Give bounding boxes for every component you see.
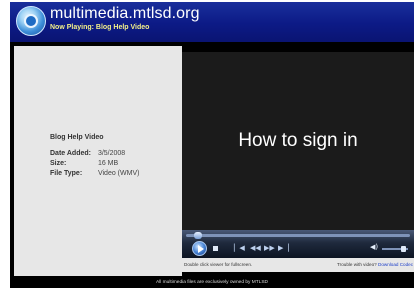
size-label: Size:	[50, 160, 67, 167]
video-slide-text: How to sign in	[238, 130, 358, 151]
fullscreen-hint: Double click viewer for fullscreen.	[184, 262, 253, 267]
file-type-row: File Type: Video (WMV)	[50, 170, 139, 177]
stop-icon[interactable]	[213, 246, 218, 251]
volume-icon[interactable]: ◀)	[370, 243, 378, 251]
video-title: Blog Help Video	[50, 134, 104, 141]
seek-thumb[interactable]	[193, 232, 202, 239]
site-header: multimedia.mtlsd.org Now Playing: Blog H…	[10, 2, 414, 42]
rewind-icon[interactable]: ◀◀	[250, 244, 261, 252]
file-type-value: Video (WMV)	[97, 170, 140, 177]
date-added-value: 3/5/2008	[97, 150, 126, 157]
play-icon[interactable]	[192, 241, 207, 256]
codec-help: Trouble with video? Download Codec	[337, 262, 413, 267]
ownership-notice: All multimedia files are exclusively own…	[156, 280, 268, 285]
date-added-label: Date Added:	[50, 150, 91, 157]
download-codec-link[interactable]: Download Codec	[378, 262, 413, 267]
trouble-text: Trouble with video?	[337, 262, 377, 267]
player-footer-bar: Double click viewer for fullscreen. Trou…	[182, 258, 414, 272]
now-playing-label: Now Playing: Blog Help Video	[50, 24, 150, 31]
file-type-label: File Type:	[50, 170, 83, 177]
seek-bar[interactable]	[186, 234, 410, 237]
logo-disc	[24, 14, 38, 28]
volume-thumb[interactable]	[401, 246, 406, 252]
site-logo-icon[interactable]	[16, 6, 46, 36]
size-row: Size: 16 MB	[50, 160, 118, 167]
date-added-row: Date Added: 3/5/2008	[50, 150, 125, 157]
video-info-panel: Blog Help Video Date Added: 3/5/2008 Siz…	[14, 46, 182, 276]
size-value: 16 MB	[97, 160, 119, 167]
video-viewport[interactable]: How to sign in	[182, 52, 414, 232]
player-controls: ▏◀ ◀◀ ▶▶ ▶▕ ◀)	[182, 230, 414, 258]
previous-icon[interactable]: ▏◀	[234, 244, 245, 252]
page-frame: multimedia.mtlsd.org Now Playing: Blog H…	[10, 2, 414, 288]
next-icon[interactable]: ▶▕	[278, 244, 289, 252]
fast-forward-icon[interactable]: ▶▶	[264, 244, 275, 252]
site-title[interactable]: multimedia.mtlsd.org	[50, 5, 200, 23]
